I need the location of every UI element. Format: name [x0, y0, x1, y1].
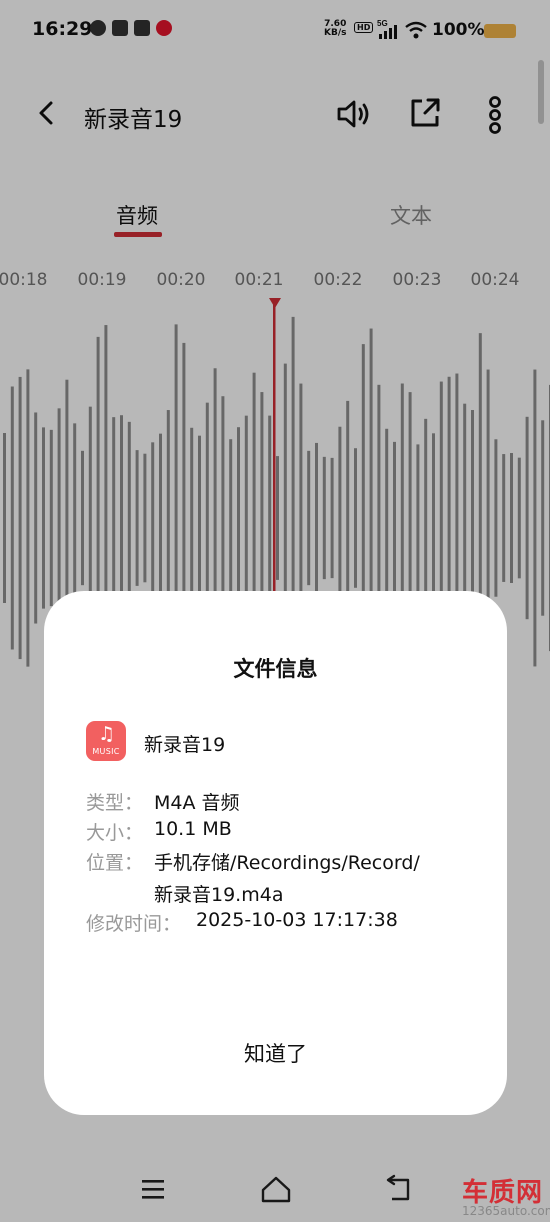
- modified-value: 2025-10-03 17:17:38: [196, 909, 398, 931]
- location-value-filename: 新录音19.m4a: [154, 884, 284, 906]
- modified-label: 修改时间：: [86, 913, 182, 935]
- location-value: 手机存储/Recordings/Record/: [154, 852, 420, 874]
- music-icon-label: MUSIC: [92, 747, 120, 756]
- watermark-logo-url: 12365auto.com: [462, 1204, 550, 1218]
- file-info-dialog: 文件信息 ♫ MUSIC 新录音19 类型： M4A 音频 大小： 10.1 M…: [44, 591, 507, 1115]
- size-label: 大小：: [86, 822, 144, 844]
- dialog-title: 文件信息: [233, 657, 318, 681]
- type-value: M4A 音频: [154, 792, 240, 814]
- file-name: 新录音19: [144, 734, 226, 756]
- ok-button[interactable]: 知道了: [194, 1031, 357, 1077]
- music-note-icon: ♫: [98, 723, 116, 745]
- music-file-icon: ♫ MUSIC: [86, 721, 126, 761]
- type-label: 类型：: [86, 792, 144, 814]
- location-label: 位置：: [86, 852, 144, 874]
- watermark-url: www.12365auto.com: [180, 602, 356, 620]
- size-value: 10.1 MB: [154, 818, 232, 840]
